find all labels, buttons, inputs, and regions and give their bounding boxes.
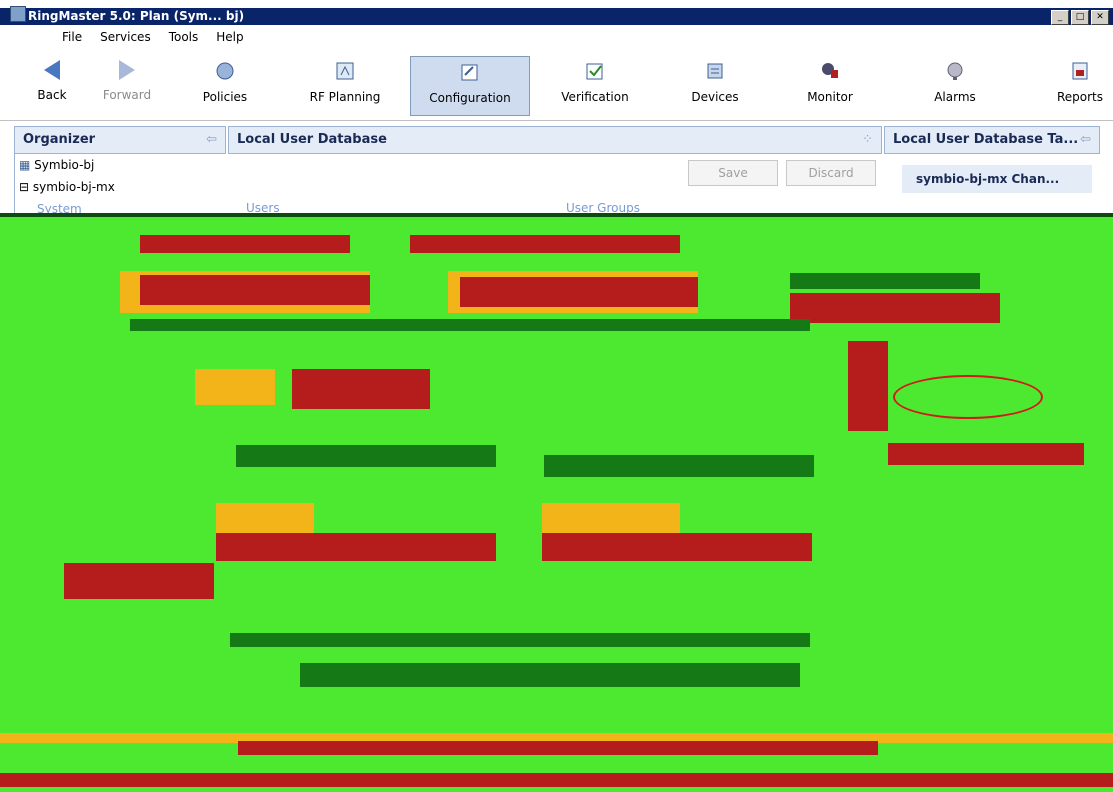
corrupt-block <box>230 633 810 647</box>
tree-item-label: symbio-bj-mx <box>32 180 115 194</box>
corrupt-block <box>888 443 1084 465</box>
forward-button[interactable]: Forward <box>92 56 162 114</box>
corrupt-block <box>216 533 496 561</box>
monitor-icon <box>822 63 838 78</box>
devices-button[interactable]: Devices <box>675 56 755 114</box>
minimize-button[interactable]: _ <box>1051 10 1069 25</box>
collapse-icon[interactable]: ⊟ <box>19 180 29 194</box>
configuration-label: Configuration <box>429 91 511 105</box>
app-icon <box>10 6 26 22</box>
verification-label: Verification <box>561 90 629 104</box>
menu-help[interactable]: Help <box>216 30 243 44</box>
corrupt-block <box>790 293 1000 323</box>
corrupt-block <box>130 319 810 331</box>
corrupt-block <box>292 369 430 409</box>
menu-services[interactable]: Services <box>100 30 151 44</box>
alarm-bell-icon <box>947 62 963 80</box>
monitor-label: Monitor <box>807 90 853 104</box>
corrupt-block <box>542 533 812 561</box>
alarms-label: Alarms <box>934 90 976 104</box>
reports-label: Reports <box>1056 90 1104 104</box>
corrupt-block <box>848 341 888 431</box>
forward-arrow-icon <box>119 60 135 80</box>
rf-planning-icon <box>336 62 354 80</box>
right-pin-icon[interactable]: ⇦ <box>1080 127 1091 153</box>
devices-label: Devices <box>691 90 739 104</box>
menu-file[interactable]: File <box>62 30 82 44</box>
corrupt-block <box>64 563 214 599</box>
corrupt-block <box>300 663 800 687</box>
corrupt-block <box>790 273 980 289</box>
policies-button[interactable]: Policies <box>190 56 260 114</box>
maximize-button[interactable]: □ <box>1071 10 1089 25</box>
save-button[interactable]: Save <box>688 160 778 186</box>
close-button[interactable]: ✕ <box>1091 10 1109 25</box>
reports-button[interactable]: Reports <box>1050 56 1110 114</box>
highlight-oval <box>893 375 1043 419</box>
network-icon: ▦ <box>19 158 31 172</box>
corrupted-render-area <box>0 213 1113 792</box>
corrupt-block <box>195 369 275 405</box>
window-controls: _ □ ✕ <box>1051 10 1109 25</box>
main-title: Local User Database <box>237 132 387 147</box>
tree-item-symbio-bj[interactable]: ▦ Symbio-bj <box>19 158 94 172</box>
back-label: Back <box>37 88 67 102</box>
window-title: RingMaster 5.0: Plan (Sym... bj) <box>28 9 245 23</box>
tree-item-symbio-bj-mx[interactable]: ⊟ symbio-bj-mx <box>19 180 115 194</box>
menu-tools[interactable]: Tools <box>169 30 199 44</box>
corrupt-block <box>0 213 1113 217</box>
corrupt-block <box>140 275 370 305</box>
verification-icon <box>586 63 603 80</box>
reports-icon <box>1072 62 1088 80</box>
channel-header: symbio-bj-mx Chan... <box>902 165 1092 193</box>
channel-label: symbio-bj-mx Chan... <box>916 172 1060 186</box>
devices-icon <box>707 63 723 79</box>
configuration-icon <box>461 64 478 81</box>
organizer-title: Organizer <box>23 132 96 147</box>
right-panel-header: Local User Database Ta... ⇦ <box>884 126 1100 154</box>
monitor-button[interactable]: Monitor <box>795 56 865 114</box>
panel-resize-icon[interactable]: ⁘ <box>862 127 873 153</box>
tree-item-label: Symbio-bj <box>34 158 95 172</box>
corrupt-block <box>238 741 878 755</box>
local-user-database-header: Local User Database ⁘ <box>228 126 882 154</box>
pin-icon[interactable]: ⇦ <box>206 127 217 153</box>
alarms-button[interactable]: Alarms <box>915 56 995 114</box>
organizer-header: Organizer ⇦ <box>14 126 226 154</box>
main-toolbar: Back Forward Policies RF Planning Config… <box>0 50 1113 121</box>
organizer-tree: ▦ Symbio-bj ⊟ symbio-bj-mx System <box>14 154 225 216</box>
policies-icon <box>216 62 234 80</box>
menu-bar: File Services Tools Help <box>0 26 1113 48</box>
forward-label: Forward <box>102 88 152 102</box>
corrupt-block <box>140 235 350 253</box>
verification-button[interactable]: Verification <box>550 56 640 114</box>
discard-button[interactable]: Discard <box>786 160 876 186</box>
back-button[interactable]: Back <box>22 56 82 114</box>
corrupt-block <box>460 277 698 307</box>
back-arrow-icon <box>44 60 60 80</box>
configuration-button[interactable]: Configuration <box>410 56 530 116</box>
title-bar: RingMaster 5.0: Plan (Sym... bj) _ □ ✕ <box>0 0 1113 26</box>
rf-planning-button[interactable]: RF Planning <box>300 56 390 114</box>
corrupt-block <box>544 455 814 477</box>
corrupt-block <box>0 773 1113 787</box>
corrupt-block <box>236 445 496 467</box>
policies-label: Policies <box>202 90 248 104</box>
rf-planning-label: RF Planning <box>309 90 381 104</box>
right-panel-title: Local User Database Ta... <box>893 132 1079 147</box>
corrupt-block <box>410 235 680 253</box>
